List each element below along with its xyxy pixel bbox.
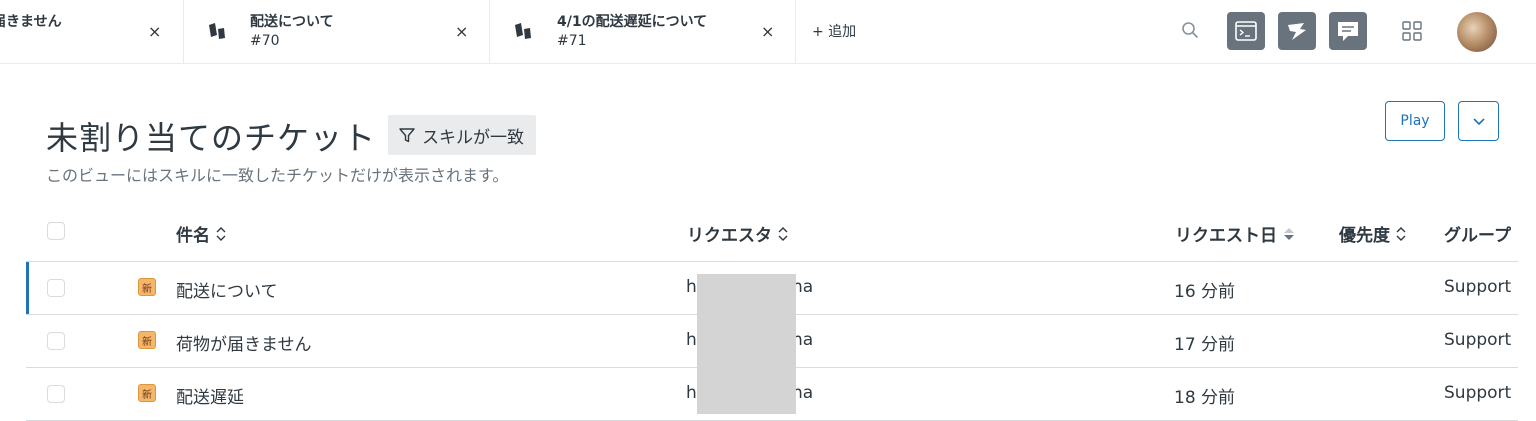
column-subject[interactable]: 件名 — [176, 221, 226, 246]
ticket-subject[interactable]: 配送遅延 — [176, 383, 244, 408]
column-priority[interactable]: 優先度 — [1339, 221, 1406, 246]
ticket-icon — [209, 23, 225, 39]
grid-icon[interactable] — [1401, 20, 1423, 42]
group-name: Support — [1444, 383, 1512, 403]
ticket-icon — [515, 23, 531, 39]
ticket-subject[interactable]: 荷物が届きません — [176, 330, 312, 355]
status-badge: 新 — [138, 278, 156, 296]
column-requested[interactable]: リクエスト日 — [1175, 221, 1295, 246]
close-icon[interactable]: × — [455, 22, 468, 41]
tab-title: 4/1の配送遅延について — [557, 14, 708, 30]
requested-time: 16 分前 — [1174, 282, 1236, 302]
chevron-down-icon — [1472, 118, 1485, 126]
requester-name-start: h — [686, 330, 697, 350]
column-label: 優先度 — [1339, 226, 1390, 246]
flag-app-button[interactable] — [1278, 12, 1316, 50]
add-tab-button[interactable]: + 追加 — [812, 21, 856, 41]
terminal-app-button[interactable] — [1227, 12, 1265, 50]
status-badge: 新 — [138, 384, 156, 402]
tab-ticket-70[interactable]: 配送について #70 × — [183, 0, 490, 63]
avatar[interactable] — [1457, 12, 1497, 52]
requested-time: 18 分前 — [1174, 388, 1236, 408]
filter-label: スキルが一致 — [422, 127, 524, 148]
tab-ticket-number: #71 — [557, 33, 587, 49]
requester-name-start: h — [686, 277, 697, 297]
play-button[interactable]: Play — [1385, 101, 1445, 141]
top-tab-bar: 届きません × 配送について #70 × 4/1の配送遅延について #71 × … — [0, 0, 1536, 64]
view-description: このビューにはスキルに一致したチケットだけが表示されます。 — [46, 166, 509, 185]
group-name: Support — [1444, 277, 1512, 297]
sort-icon — [1396, 226, 1406, 241]
close-icon[interactable]: × — [148, 22, 161, 41]
tab-partial[interactable]: 届きません × — [0, 0, 184, 63]
tab-title: 届きません — [0, 14, 62, 30]
column-group[interactable]: グループ — [1444, 221, 1511, 246]
flag-app-icon — [1288, 23, 1306, 40]
column-label: グループ — [1444, 226, 1511, 246]
select-all-checkbox[interactable] — [47, 222, 65, 240]
sort-icon — [778, 226, 788, 241]
terminal-app-icon — [1235, 21, 1257, 41]
column-label: リクエスト日 — [1175, 226, 1277, 246]
group-name: Support — [1444, 330, 1512, 350]
filter-icon — [399, 128, 415, 143]
column-requester[interactable]: リクエスタ — [687, 221, 788, 246]
close-icon[interactable]: × — [761, 22, 774, 41]
sort-descending-icon — [1284, 227, 1294, 240]
row-checkbox[interactable] — [47, 385, 65, 403]
column-label: リクエスタ — [687, 226, 772, 246]
row-checkbox[interactable] — [47, 279, 65, 297]
tab-ticket-71[interactable]: 4/1の配送遅延について #71 × — [489, 0, 796, 63]
search-icon[interactable] — [1181, 21, 1199, 39]
skill-filter-badge[interactable]: スキルが一致 — [388, 115, 536, 155]
tab-title: 配送について — [250, 14, 334, 30]
chat-app-button[interactable] — [1329, 12, 1367, 50]
status-badge: 新 — [138, 331, 156, 349]
chat-app-icon — [1338, 22, 1358, 41]
column-label: 件名 — [176, 226, 210, 246]
row-checkbox[interactable] — [47, 332, 65, 350]
sort-icon — [216, 226, 226, 241]
requester-name-start: h — [686, 383, 697, 403]
requested-time: 17 分前 — [1174, 335, 1236, 355]
table-header: 件名 リクエスタ リクエスト日 優先度 グループ — [26, 205, 1518, 262]
view-options-button[interactable] — [1458, 101, 1499, 141]
redaction-block — [697, 274, 796, 414]
tab-ticket-number: #70 — [250, 33, 280, 49]
page-title: 未割り当てのチケット — [46, 119, 377, 157]
ticket-subject[interactable]: 配送について — [176, 277, 278, 302]
